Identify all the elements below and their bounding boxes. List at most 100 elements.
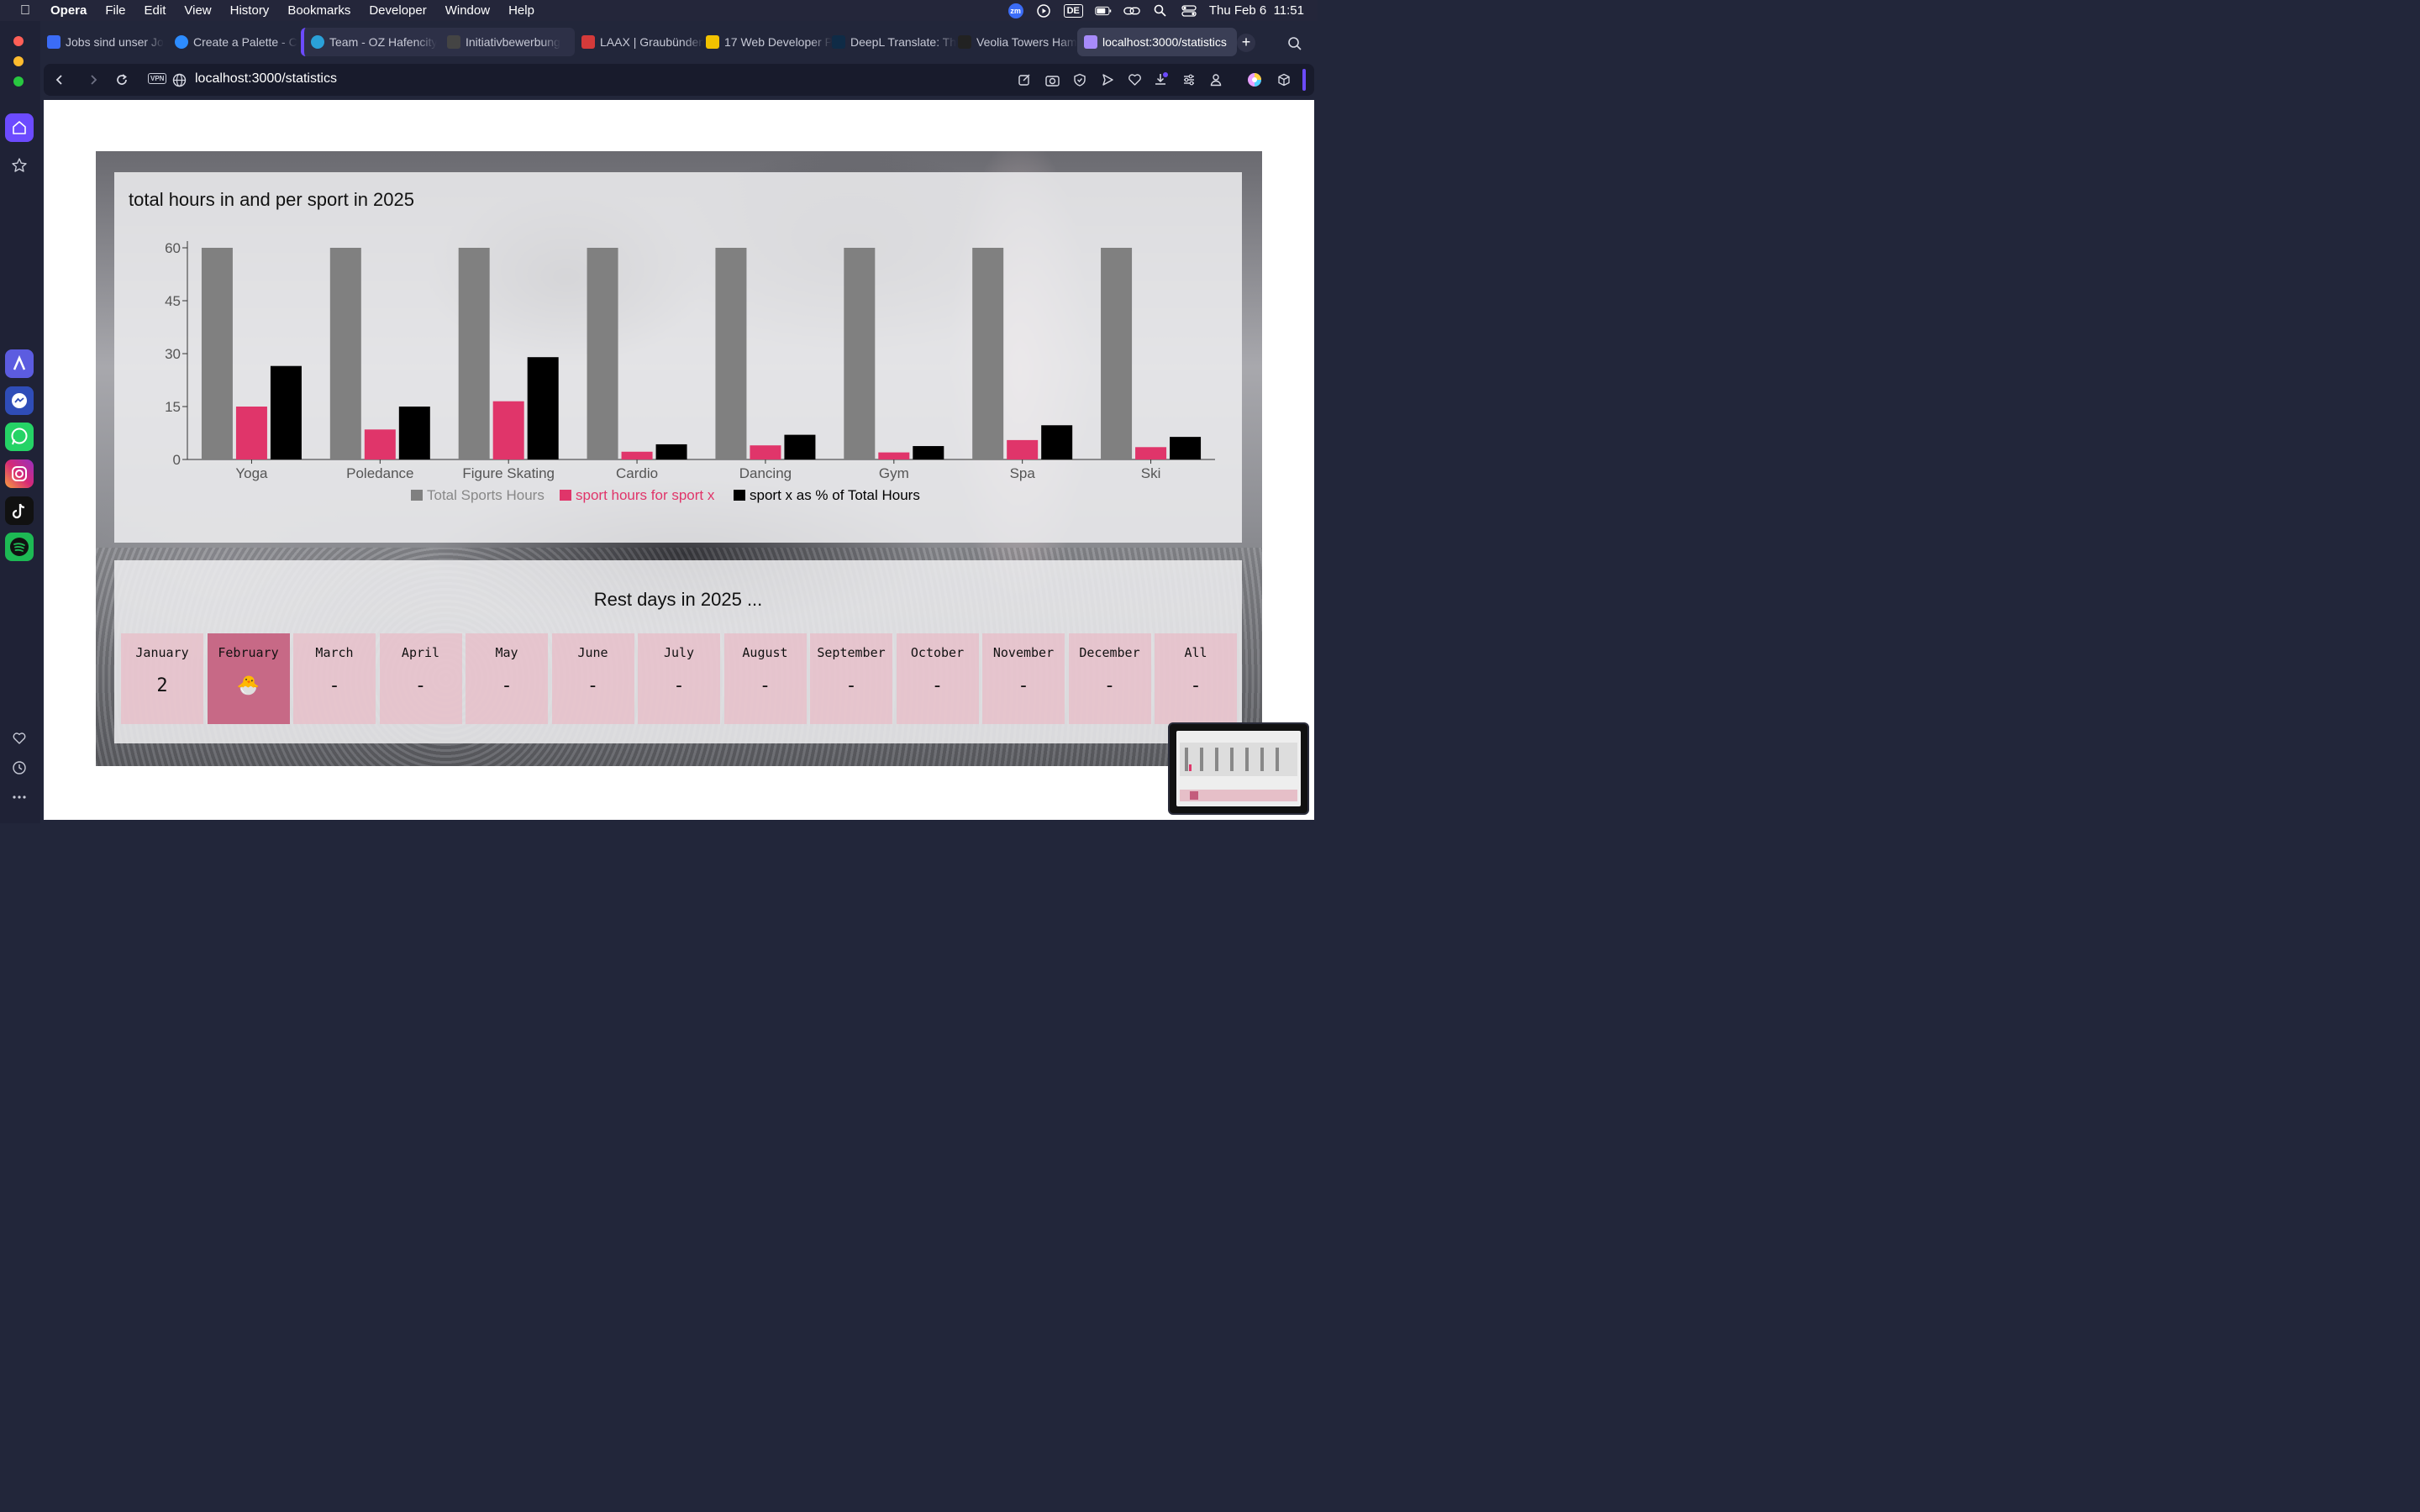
tab-label: Jobs sind unser Jo [66,35,164,49]
bookmarks-heart-button[interactable] [5,724,34,753]
keyboard-layout-badge[interactable]: DE [1063,3,1083,18]
tab-initiativbewerbung[interactable]: Initiativbewerbung [440,28,575,56]
sports-hours-chart-card: total hours in and per sport in 2025 0 15… [114,172,1242,543]
zoom-status-icon[interactable]: zm [1007,3,1023,18]
more-options-button[interactable] [5,783,34,811]
heart-icon[interactable] [1127,72,1142,87]
bar-figure-skating-series-0 [458,248,490,459]
bar-ski-series-0 [1101,248,1133,459]
link-status-icon[interactable] [1123,4,1140,18]
close-window-button[interactable] [13,36,24,46]
tiktok-app-icon[interactable] [5,496,34,525]
bar-figure-skating-series-1 [492,401,524,459]
month-tile-august[interactable]: August - [723,633,807,724]
rest-day-count: - [759,675,771,696]
forward-button[interactable] [86,72,101,87]
spotlight-search-icon[interactable] [1152,4,1169,18]
rest-day-count: - [501,675,513,696]
new-tab-plus-icon[interactable]: + [1237,34,1255,52]
speed-dial-button[interactable] [5,151,34,180]
camera-icon[interactable] [1044,72,1060,87]
menu-view[interactable]: View [184,3,211,18]
shield-icon[interactable] [1072,72,1087,87]
bar-yoga-series-2 [270,365,302,459]
color-palette-icon[interactable] [1247,72,1262,87]
tab-veolia[interactable]: Veolia Towers Ham [951,28,1084,56]
tab-create-palette[interactable]: Create a Palette - C [168,28,301,56]
url-field[interactable]: localhost:3000/statistics [195,71,337,87]
month-tile-october[interactable]: October - [896,633,979,724]
tab-statistics-active[interactable]: localhost:3000/statistics [1077,28,1237,56]
vpn-badge[interactable]: VPN [148,73,167,84]
tab-preview-thumbnail[interactable] [1168,722,1309,815]
month-tile-january[interactable]: January 2 [121,633,203,724]
legend-swatch [734,490,745,501]
legend-label: Total Sports Hours [427,487,544,503]
play-status-icon[interactable] [1035,3,1052,18]
web-page: total hours in and per sport in 2025 0 15… [44,100,1314,820]
y-tick-label: 30 [165,346,181,362]
tab-favicon-icon [706,35,719,49]
menu-edit[interactable]: Edit [145,3,166,18]
month-tile-december[interactable]: December - [1068,633,1151,724]
menubar-clock[interactable]: Thu Feb 6 11:51 [1209,3,1304,18]
tab-search-icon[interactable] [1287,36,1302,55]
control-center-icon[interactable] [1181,4,1197,18]
instagram-app-icon[interactable] [5,459,34,488]
extensions-cube-icon[interactable] [1276,72,1292,87]
legend-swatch [560,490,571,501]
globe-icon[interactable] [171,72,187,87]
y-tick-label: 15 [165,399,181,415]
month-tile-all[interactable]: All - [1155,633,1237,724]
easy-setup-icon[interactable] [1181,72,1197,87]
spotify-app-icon[interactable] [5,533,34,561]
snapshot-edit-icon[interactable] [1017,72,1032,87]
menu-file[interactable]: File [105,3,125,18]
month-tile-april[interactable]: April - [379,633,462,724]
zoom-window-button[interactable] [13,76,24,87]
tab-web-developer[interactable]: 17 Web Developer P [699,28,832,56]
menu-bookmarks[interactable]: Bookmarks [287,3,350,18]
month-tile-june[interactable]: June - [551,633,634,724]
history-button[interactable] [5,753,34,782]
minimize-window-button[interactable] [13,56,24,66]
tab-jobs[interactable]: Jobs sind unser Jo [40,28,173,56]
aria-app-icon[interactable] [5,349,34,378]
menu-help[interactable]: Help [508,3,534,18]
battery-icon[interactable] [1095,4,1112,18]
month-tile-may[interactable]: May - [466,633,548,724]
month-tile-march[interactable]: March - [293,633,376,724]
status-area: zm DE Thu Feb 6 11:51 [1007,0,1304,21]
chevron-left-icon [55,75,62,85]
menu-history[interactable]: History [230,3,270,18]
bar-poledance-series-1 [364,429,396,459]
menu-window[interactable]: Window [445,3,490,18]
month-name: April [401,645,440,660]
tab-team-oz[interactable]: Team - OZ Hafencity [301,28,452,56]
menu-developer[interactable]: Developer [369,3,426,18]
tab-laax[interactable]: LAAX | Graubünden [575,28,704,56]
rest-day-count: - [329,675,340,696]
menu-app-name[interactable]: Opera [50,3,87,18]
messenger-app-icon[interactable] [5,386,34,415]
month-tile-february[interactable]: February 🐣 [207,633,290,724]
back-button[interactable] [52,72,67,87]
tab-label: DeepL Translate: Th [850,35,957,49]
home-button[interactable] [5,113,34,142]
download-icon[interactable] [1154,72,1169,87]
preview-chart-miniature [1180,743,1297,801]
month-name: June [577,645,608,660]
address-bar: VPN localhost:3000/statistics [44,64,1314,96]
tab-favicon-icon [311,35,324,49]
send-icon[interactable] [1100,72,1115,87]
apple-logo-icon[interactable]:  [0,3,50,18]
profile-icon[interactable] [1208,72,1223,87]
month-tile-september[interactable]: September - [810,633,892,724]
x-tick-label: Cardio [616,465,658,481]
month-tile-july[interactable]: July - [638,633,720,724]
month-tile-november[interactable]: November - [982,633,1065,724]
tab-favicon-icon [1084,35,1097,49]
whatsapp-app-icon[interactable] [5,423,34,451]
reload-button[interactable] [114,72,129,87]
tab-deepl[interactable]: DeepL Translate: Th [825,28,958,56]
